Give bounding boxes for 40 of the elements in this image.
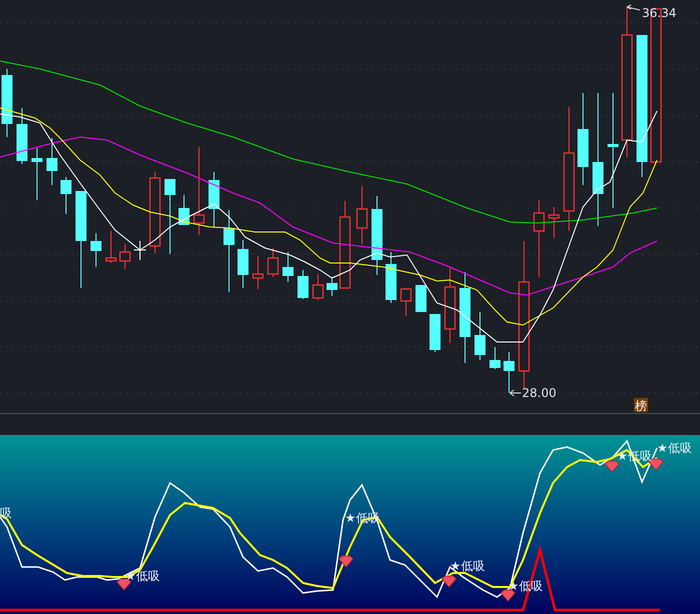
candlestick [2, 68, 12, 138]
candlestick [386, 252, 396, 304]
candlestick [16, 108, 28, 164]
candlestick [267, 248, 279, 278]
candlestick [46, 138, 58, 186]
candlestick [208, 172, 220, 228]
candlestick [356, 186, 368, 244]
candlestick [326, 276, 338, 296]
candlestick [105, 230, 117, 264]
rank-badge[interactable]: 榜 [634, 398, 648, 413]
candlestick [238, 240, 248, 288]
pointer-arrow-icon [510, 390, 522, 396]
candlestick [252, 256, 264, 290]
candlestick [312, 274, 324, 300]
pointer-arrow-icon [626, 4, 640, 10]
candlestick [504, 352, 514, 394]
gem-icon [604, 460, 620, 473]
candlestick [490, 346, 500, 370]
candlestick [32, 148, 42, 200]
low-price-label: 28.00 [522, 386, 556, 400]
gem-icon [441, 576, 457, 588]
candlestick [60, 176, 72, 214]
candlestick [298, 270, 308, 300]
gem-icon [500, 590, 516, 602]
candlestick [416, 284, 426, 312]
gem-icon [116, 578, 132, 591]
candlestick [134, 240, 146, 260]
candlestick [90, 232, 102, 268]
signal-label: ★低吸 [450, 559, 485, 573]
candlestick [430, 314, 440, 352]
signal-label: ★低吸 [345, 511, 380, 525]
signal-label: ★低吸 [657, 441, 692, 455]
signal-label: 吸 [0, 506, 12, 520]
candlestick [548, 206, 560, 238]
candlestick [474, 312, 486, 360]
candlestick [178, 194, 190, 226]
candlestick [119, 244, 131, 270]
gem-icon [338, 556, 354, 568]
candlestick [400, 288, 412, 316]
candlestick [282, 252, 294, 282]
